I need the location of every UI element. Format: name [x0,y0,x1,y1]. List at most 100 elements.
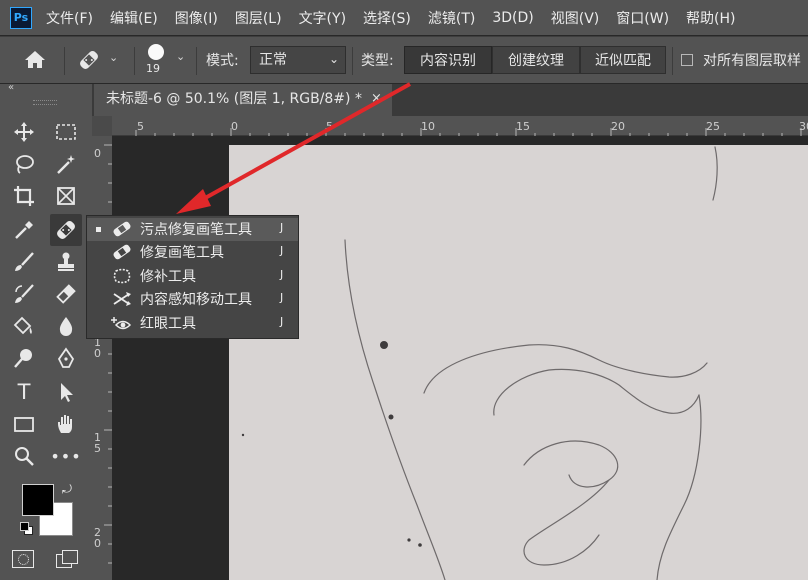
menu-3d[interactable]: 3D(D) [492,10,533,26]
type-tool-icon[interactable]: T [10,378,38,406]
menu-file[interactable]: 文件(F) [46,8,93,28]
menu-type[interactable]: 文字(Y) [299,8,346,28]
ruler-label: 25 [706,120,720,133]
flyout-item-content-aware-move[interactable]: 内容感知移动工具 J [87,288,298,311]
document-canvas[interactable] [229,145,808,580]
flyout-item-label: 污点修复画笔工具 [140,222,252,238]
patch-icon [113,268,131,284]
pen-tool-icon[interactable] [52,344,80,372]
swap-colors-icon[interactable]: ⤾ [62,482,72,497]
vertical-ruler: 0 5 1 0 1 5 2 0 [92,116,112,580]
menu-layer[interactable]: 图层(L) [235,8,282,28]
mode-select[interactable]: 正常 ⌄ [250,46,346,74]
default-colors-icon[interactable] [20,522,33,535]
flyout-item-shortcut: J [280,268,284,281]
menu-image[interactable]: 图像(I) [175,8,218,28]
menu-select[interactable]: 选择(S) [363,8,411,28]
flyout-item-label: 修复画笔工具 [140,245,224,261]
spot-healing-brush-icon [113,221,131,237]
brush-tool-icon[interactable] [10,248,38,276]
flyout-item-shortcut: J [280,291,284,304]
ruler-label: 1 0 [94,336,101,360]
ruler-label: 5 [137,120,144,133]
mode-value: 正常 [259,52,287,68]
rectangle-tool-icon[interactable] [10,410,38,438]
home-icon[interactable] [24,49,46,71]
flyout-item-healing-brush[interactable]: 修复画笔工具 J [87,241,298,264]
close-tab-icon[interactable]: × [371,84,382,114]
flyout-item-spot-healing-brush[interactable]: 污点修复画笔工具 J [87,218,298,241]
flyout-item-label: 内容感知移动工具 [140,292,252,308]
eraser-tool-icon[interactable] [52,280,80,308]
tool-preset-picker[interactable]: ⌄ [76,47,126,73]
canvas-drawing [241,146,718,580]
screen-mode-icon[interactable] [56,550,78,568]
foreground-color-swatch[interactable] [22,484,54,516]
chevron-down-icon: ⌄ [328,52,339,66]
collapse-panel-icon[interactable]: « [8,82,14,93]
ruler-label: 30 [799,120,808,133]
ruler-label: 15 [516,120,530,133]
flyout-item-red-eye[interactable]: 红眼工具 J [87,312,298,335]
sample-all-layers-label: 对所有图层取样 [703,53,801,69]
panel-grip[interactable] [33,100,57,105]
magic-wand-tool-icon[interactable] [52,150,80,178]
selected-bullet-icon [96,227,101,232]
ruler-label: 0 [94,147,101,160]
ruler-label: 10 [421,120,435,133]
brush-size-picker[interactable]: 19 ⌄ [142,42,192,82]
marquee-tool-icon[interactable] [52,118,80,146]
flyout-item-label: 红眼工具 [140,316,196,332]
clone-stamp-tool-icon[interactable] [52,248,80,276]
flyout-item-label: 修补工具 [140,269,196,285]
ruler-label: 2 0 [94,526,101,550]
content-aware-move-icon [113,292,131,306]
mode-label: 模式: [206,53,239,69]
document-tab[interactable]: 未标题-6 @ 50.1% (图层 1, RGB/8#) * × [94,84,392,116]
chevron-down-icon: ⌄ [109,51,119,64]
sample-all-layers-checkbox[interactable] [681,54,693,66]
healing-brush-icon [113,244,131,260]
quick-mask-icon[interactable] [12,550,34,568]
tools-panel: « T ••• ⤾ [0,82,92,580]
menu-edit[interactable]: 编辑(E) [110,8,158,28]
ruler-label: 20 [611,120,625,133]
horizontal-ruler: 5 0 5 10 15 20 25 30 [112,116,808,136]
zoom-tool-icon[interactable] [10,442,38,470]
move-tool-icon[interactable] [10,118,38,146]
blur-tool-icon[interactable] [52,312,80,340]
menu-filter[interactable]: 滤镜(T) [428,8,475,28]
menu-help[interactable]: 帮助(H) [686,8,735,28]
more-tools-icon[interactable]: ••• [50,442,80,470]
ruler-label: 5 [326,120,333,133]
crop-tool-icon[interactable] [10,182,38,210]
path-selection-tool-icon[interactable] [52,378,80,406]
photoshop-logo: Ps [10,6,32,29]
document-tab-bar: 未标题-6 @ 50.1% (图层 1, RGB/8#) * × [92,84,808,116]
spot-healing-brush-icon [80,51,98,69]
ruler-origin[interactable] [92,116,112,136]
dodge-tool-icon[interactable] [10,344,38,372]
eyedropper-tool-icon[interactable] [10,216,38,244]
flyout-item-shortcut: J [280,315,284,328]
chevron-down-icon: ⌄ [176,50,186,63]
flyout-item-shortcut: J [280,221,284,234]
type-label: 类型: [361,53,394,69]
lasso-tool-icon[interactable] [10,150,38,178]
type-proximity-match-button[interactable]: 近似匹配 [580,46,666,74]
flyout-item-patch[interactable]: 修补工具 J [87,265,298,288]
menu-view[interactable]: 视图(V) [551,8,600,28]
brush-tip-preview [148,44,164,60]
frame-tool-icon[interactable] [52,182,80,210]
hand-tool-icon[interactable] [52,410,80,438]
healing-tools-flyout: 污点修复画笔工具 J 修复画笔工具 J 修补工具 J 内容感知移动工具 J 红眼… [86,215,299,339]
history-brush-tool-icon[interactable] [10,280,38,308]
menu-window[interactable]: 窗口(W) [616,8,669,28]
ruler-label: 1 5 [94,431,101,455]
paint-bucket-tool-icon[interactable] [10,312,38,340]
type-content-aware-button[interactable]: 内容识别 [404,46,492,74]
red-eye-icon [111,317,132,330]
type-create-texture-button[interactable]: 创建纹理 [492,46,580,74]
spot-healing-brush-tool-icon[interactable] [50,214,82,246]
ruler-label: 0 [231,120,238,133]
